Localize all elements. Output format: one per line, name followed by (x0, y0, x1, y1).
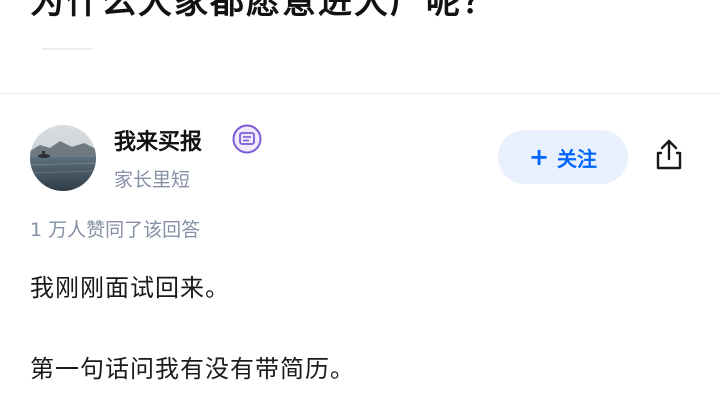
title-underline (42, 48, 92, 50)
author-description: 家长里短 (114, 169, 191, 191)
avatar[interactable] (30, 125, 96, 191)
follow-button[interactable]: + 关注 (498, 130, 628, 184)
share-button[interactable] (648, 134, 690, 176)
share-icon (656, 139, 682, 170)
lake-landscape-avatar (30, 125, 96, 191)
author-name[interactable]: 我来买报 (114, 124, 202, 156)
answer-paragraph: 我刚刚面试回来。 (30, 274, 230, 302)
agree-count: 1 万人赞同了该回答 (30, 219, 201, 241)
answer-paragraph: 第一句话问我有没有带简历。 (30, 355, 355, 383)
question-title[interactable]: 为什么大家都愿意进大厂呢？ (30, 0, 498, 23)
plus-icon: + (528, 143, 550, 171)
author-row: 我来买报 家长里短 + 关注 (0, 94, 720, 204)
message-badge-icon (232, 124, 262, 154)
follow-label: 关注 (557, 146, 598, 171)
